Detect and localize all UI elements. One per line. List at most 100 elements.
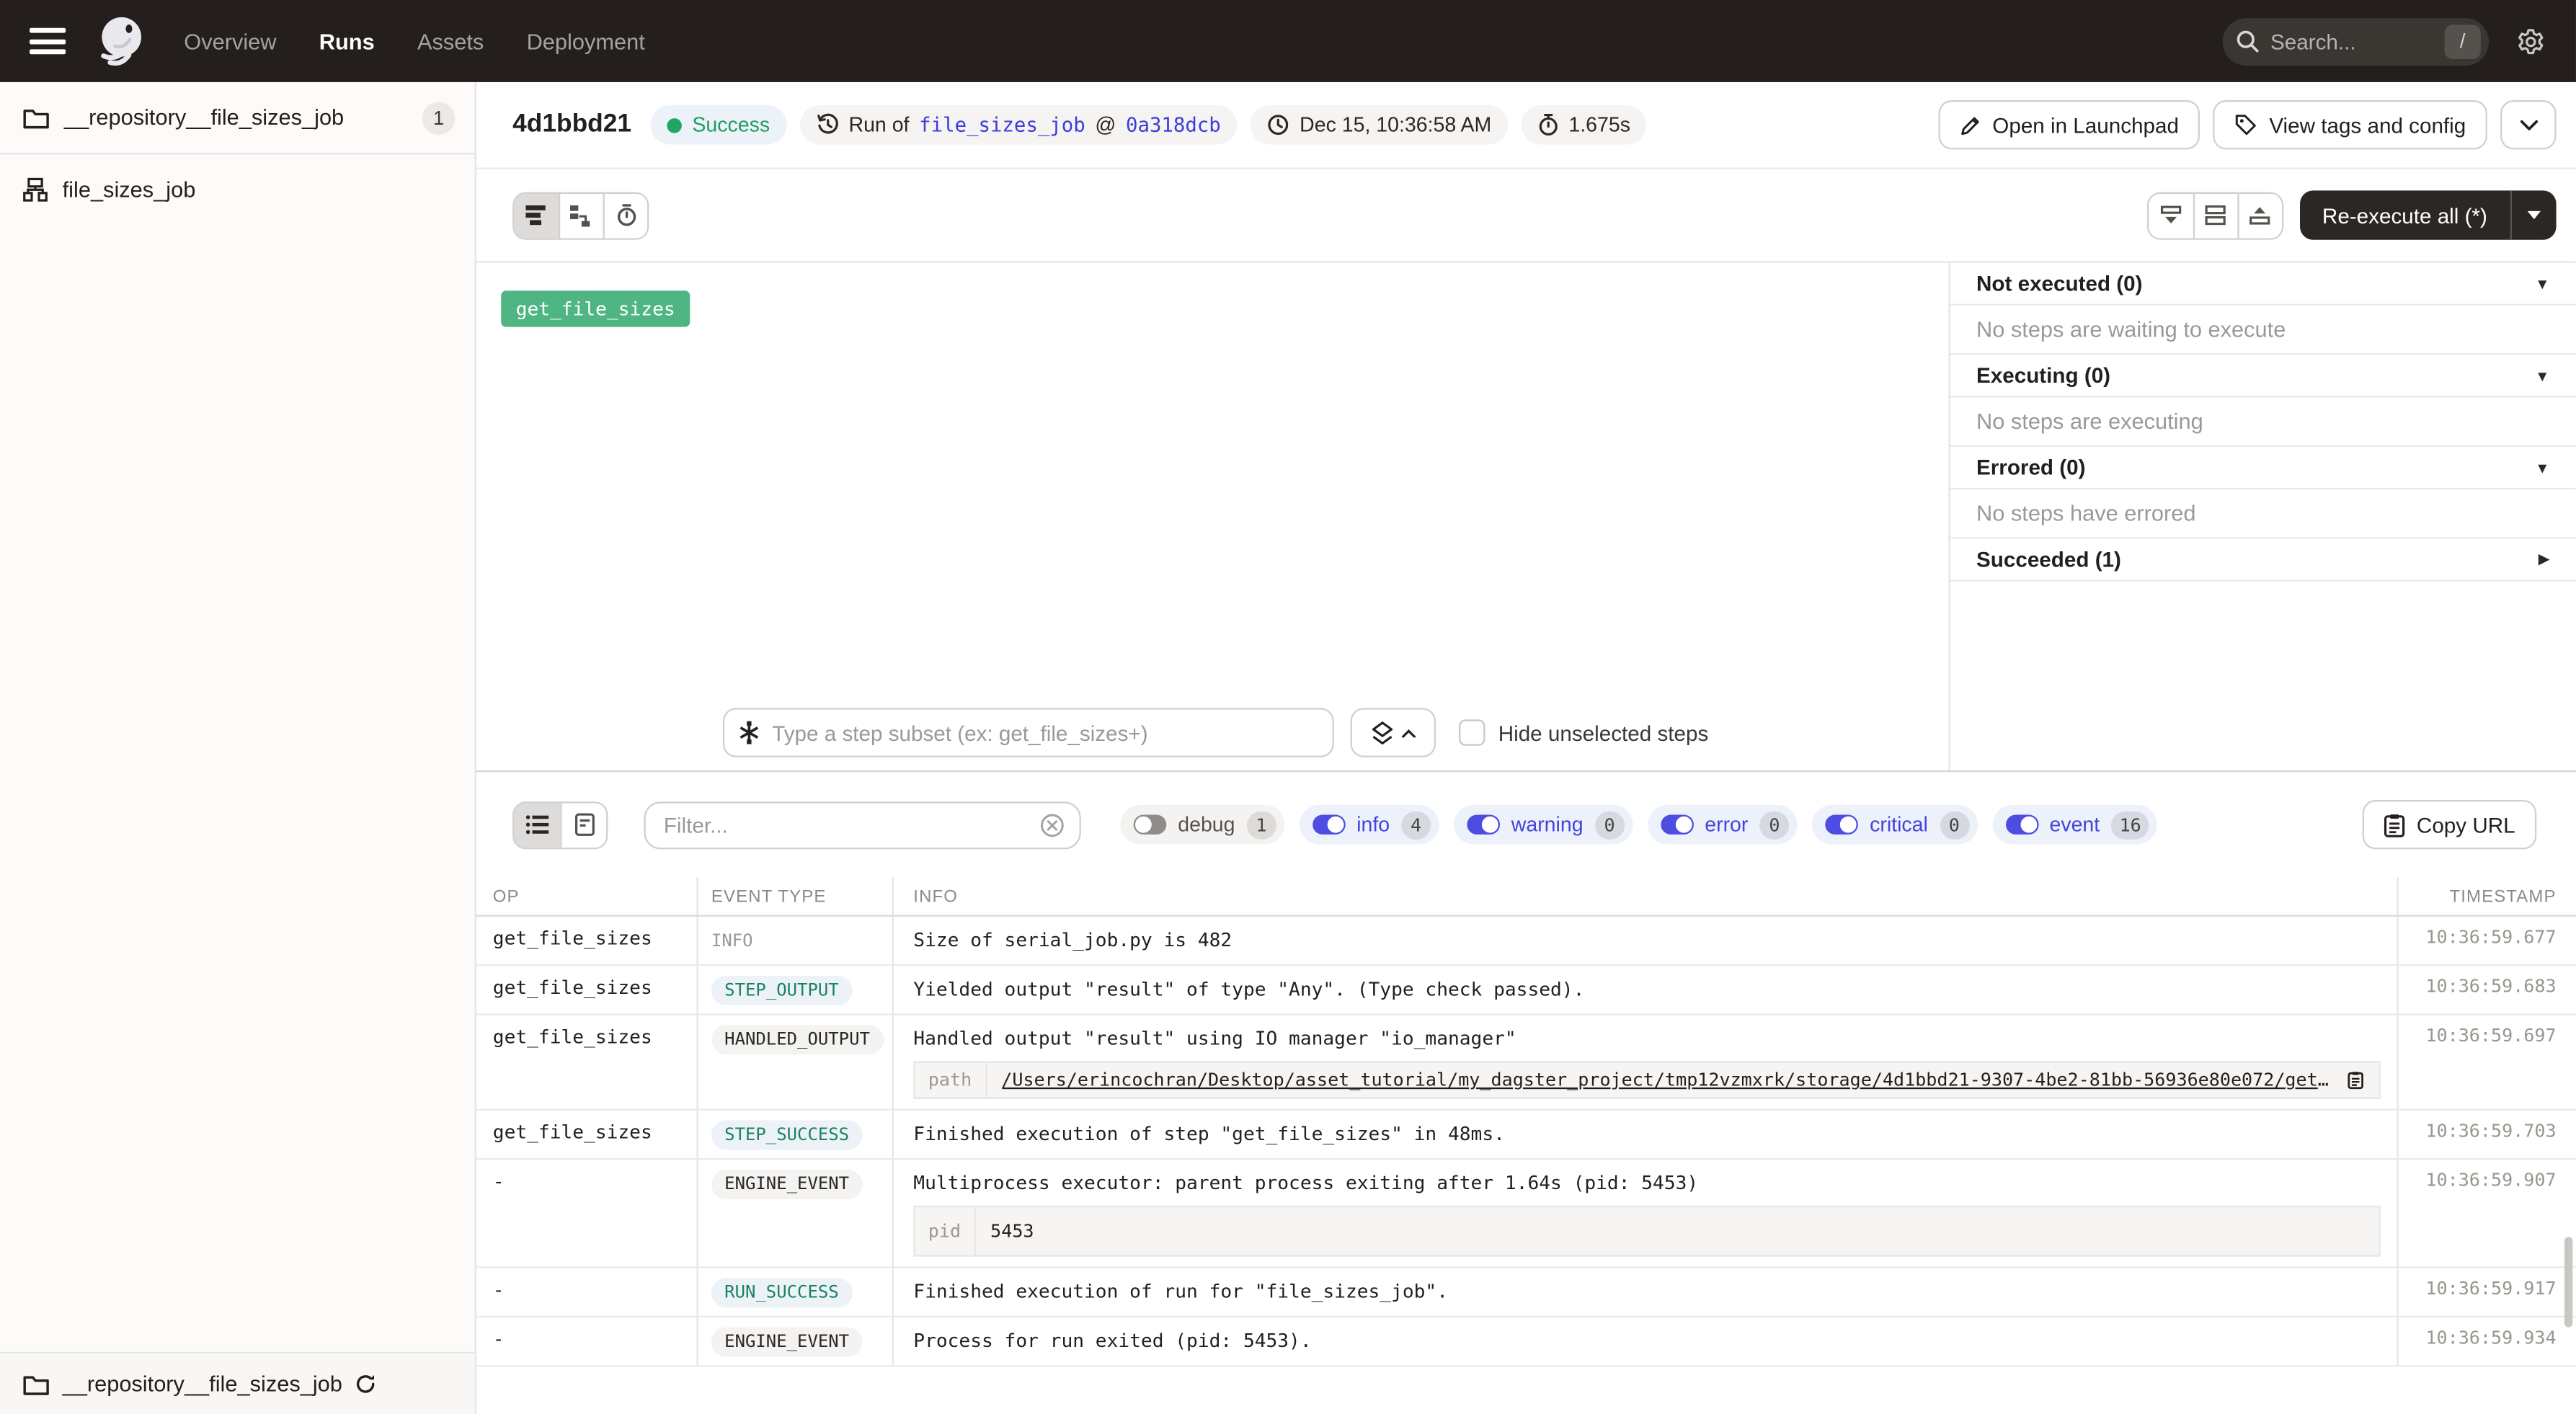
- log-event-type: STEP_OUTPUT: [696, 966, 894, 1013]
- log-filter-input[interactable]: [664, 812, 1040, 837]
- tag-icon: [2234, 113, 2257, 136]
- log-op: get_file_sizes: [476, 1015, 696, 1109]
- graph-query-toggle-button[interactable]: [1351, 708, 1436, 757]
- gantt-chart-canvas[interactable]: get_file_sizes: [476, 263, 1948, 770]
- log-structured-view-button[interactable]: [560, 802, 606, 847]
- log-level-toggle-critical[interactable]: critical 0: [1812, 805, 1977, 845]
- sidebar-footer-repository[interactable]: __repository__file_sizes_job: [0, 1352, 475, 1414]
- panel-expand-up-button[interactable]: [2237, 193, 2281, 238]
- log-rows: get_file_sizes INFO Size of serial_job.p…: [476, 917, 2576, 1367]
- job-link[interactable]: file_sizes_job: [919, 113, 1085, 136]
- log-level-toggle-event[interactable]: event 16: [1992, 805, 2158, 845]
- run-datetime-pill: Dec 15, 10:36:58 AM: [1251, 105, 1508, 145]
- hide-unselected-checkbox[interactable]: [1459, 719, 1485, 745]
- copy-url-button[interactable]: Copy URL: [2363, 800, 2537, 849]
- dagster-app: Overview Runs Assets Deployment Search..…: [0, 0, 2576, 1414]
- clear-filter-icon[interactable]: [1040, 812, 1065, 837]
- log-level-toggle-info[interactable]: info 4: [1299, 805, 1439, 845]
- steps-section-header[interactable]: Errored (0) ▼: [1950, 447, 2576, 489]
- level-label: error: [1705, 813, 1748, 836]
- log-info-cell: Process for run exited (pid: 5453).: [894, 1317, 2397, 1365]
- panel-collapse-down-button[interactable]: [2148, 193, 2193, 238]
- top-nav-bar: Overview Runs Assets Deployment Search..…: [0, 0, 2576, 82]
- stopwatch-icon: [616, 204, 637, 227]
- log-op: -: [476, 1317, 696, 1365]
- repository-name: __repository__file_sizes_job: [64, 105, 422, 130]
- steps-section-title: Not executed (0): [1976, 271, 2143, 295]
- job-name: file_sizes_job: [63, 177, 196, 201]
- level-switch-icon[interactable]: [1313, 815, 1346, 835]
- nav-item-assets[interactable]: Assets: [417, 29, 484, 53]
- log-timestamp: 10:36:59.697: [2397, 1015, 2575, 1109]
- sidebar-item-job[interactable]: file_sizes_job: [0, 154, 475, 223]
- log-level-toggle-warning[interactable]: warning 0: [1454, 805, 1633, 845]
- level-switch-icon[interactable]: [1467, 815, 1500, 835]
- op-node-get-file-sizes[interactable]: get_file_sizes: [501, 290, 690, 326]
- reexecute-dropdown-button[interactable]: [2510, 190, 2557, 239]
- section-caret-icon: ▼: [2535, 275, 2549, 292]
- level-label: warning: [1511, 813, 1584, 836]
- caret-down-icon: [2527, 210, 2542, 221]
- steps-section-title: Succeeded (1): [1976, 547, 2121, 572]
- level-switch-icon[interactable]: [2005, 815, 2038, 835]
- table-row[interactable]: get_file_sizes STEP_SUCCESS Finished exe…: [476, 1111, 2576, 1160]
- run-header-more-button[interactable]: [2500, 100, 2556, 149]
- view-tags-config-button[interactable]: View tags and config: [2213, 100, 2487, 149]
- table-row[interactable]: get_file_sizes INFO Size of serial_job.p…: [476, 917, 2576, 966]
- steps-section-header[interactable]: Succeeded (1) ▶: [1950, 539, 2576, 582]
- gantt-flat-view-button[interactable]: [514, 193, 559, 238]
- nav-item-runs[interactable]: Runs: [319, 29, 375, 53]
- level-switch-icon[interactable]: [1134, 815, 1167, 835]
- log-timestamp: 10:36:59.683: [2397, 966, 2575, 1013]
- log-timestamp: 10:36:59.917: [2397, 1268, 2575, 1316]
- gantt-waterfall-view-button[interactable]: [559, 193, 603, 238]
- level-switch-icon[interactable]: [1826, 815, 1859, 835]
- search-input[interactable]: Search... /: [2223, 17, 2489, 65]
- panel-layout-toggle-group: [2146, 192, 2283, 239]
- reexecute-all-button[interactable]: Re-execute all (*): [2299, 190, 2557, 239]
- gear-icon[interactable]: [2515, 25, 2546, 56]
- nav-item-deployment[interactable]: Deployment: [527, 29, 645, 53]
- log-event-type: HANDLED_OUTPUT: [696, 1015, 894, 1109]
- col-header-timestamp: TIMESTAMP: [2397, 877, 2575, 915]
- open-in-launchpad-button[interactable]: Open in Launchpad: [1938, 100, 2200, 149]
- layers-icon: [1371, 720, 1393, 744]
- reload-icon[interactable]: [355, 1373, 377, 1395]
- log-level-toggle-error[interactable]: error 0: [1647, 805, 1797, 845]
- log-scrollbar-thumb[interactable]: [2564, 1237, 2572, 1327]
- history-icon: [816, 113, 839, 136]
- level-label: debug: [1178, 813, 1235, 836]
- table-row[interactable]: - ENGINE_EVENT Multiprocess executor: pa…: [476, 1160, 2576, 1268]
- chevron-down-icon: [2519, 119, 2537, 130]
- search-shortcut-key: /: [2445, 24, 2481, 58]
- log-level-toggle-debug[interactable]: debug 1: [1120, 805, 1284, 845]
- sidebar-repository-item[interactable]: __repository__file_sizes_job 1: [0, 82, 475, 154]
- clock-icon: [1267, 113, 1290, 136]
- level-count-badge: 1: [1246, 811, 1276, 839]
- log-op: -: [476, 1160, 696, 1266]
- log-metadata-box: path /Users/erincochran/Desktop/asset_tu…: [913, 1061, 2380, 1098]
- gantt-toolbar: Re-execute all (*): [476, 169, 2576, 262]
- clipboard-icon[interactable]: [2348, 1070, 2364, 1091]
- steps-section-header[interactable]: Not executed (0) ▼: [1950, 263, 2576, 306]
- log-table-header: OP EVENT TYPE INFO TIMESTAMP: [476, 877, 2576, 917]
- log-list-view-button[interactable]: [514, 802, 560, 847]
- log-info-cell: Finished execution of run for "file_size…: [894, 1268, 2397, 1316]
- metadata-value: 5453: [976, 1207, 1049, 1255]
- table-row[interactable]: get_file_sizes HANDLED_OUTPUT Handled ou…: [476, 1015, 2576, 1111]
- hide-unselected-steps-control[interactable]: Hide unselected steps: [1459, 719, 1708, 745]
- gantt-timing-view-button[interactable]: [603, 193, 648, 238]
- table-row[interactable]: - RUN_SUCCESS Finished execution of run …: [476, 1268, 2576, 1317]
- nav-item-overview[interactable]: Overview: [184, 29, 276, 53]
- panel-split-button[interactable]: [2193, 193, 2237, 238]
- table-row[interactable]: get_file_sizes STEP_OUTPUT Yielded outpu…: [476, 966, 2576, 1015]
- dagster-logo-icon[interactable]: [92, 13, 148, 68]
- table-row[interactable]: - ENGINE_EVENT Process for run exited (p…: [476, 1317, 2576, 1366]
- step-subset-input[interactable]: [772, 720, 1319, 744]
- hamburger-menu-icon[interactable]: [30, 28, 66, 54]
- snapshot-link[interactable]: 0a318dcb: [1126, 113, 1221, 136]
- steps-section-header[interactable]: Executing (0) ▼: [1950, 355, 2576, 397]
- log-event-type: INFO: [696, 917, 894, 964]
- log-info-text: Yielded output "result" of type "Any". (…: [913, 976, 2380, 1004]
- level-switch-icon[interactable]: [1661, 815, 1694, 835]
